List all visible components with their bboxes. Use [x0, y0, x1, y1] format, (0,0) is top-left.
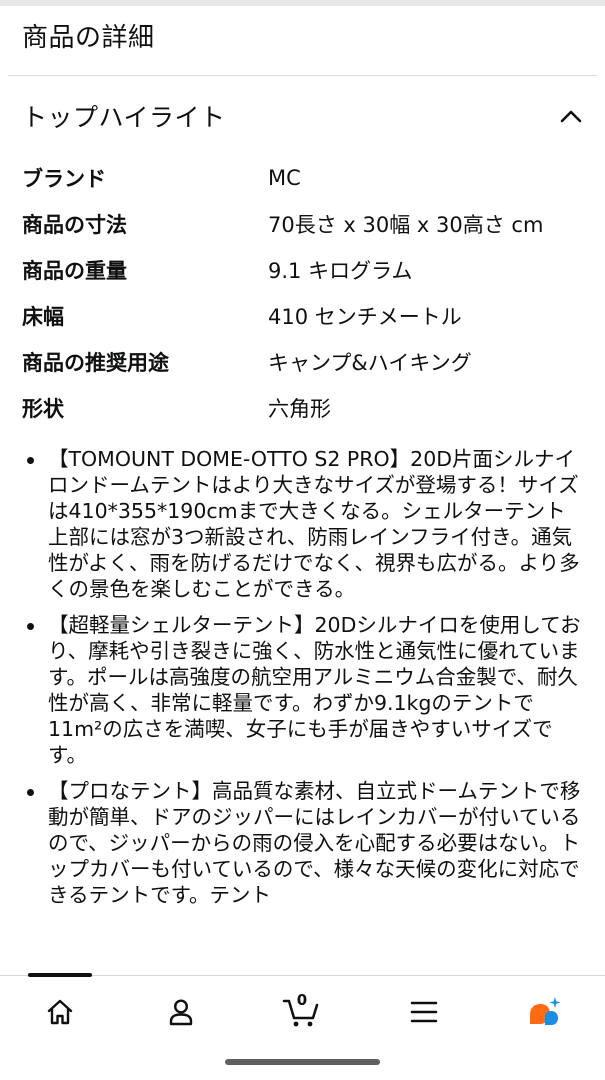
spec-table: ブランド MC 商品の寸法 70長さ x 30幅 x 30高さ cm 商品の重量…: [22, 155, 592, 431]
spec-key: ブランド: [22, 167, 106, 191]
cart-count-badge: 0: [296, 991, 308, 1009]
highlights-title: トップハイライト: [22, 103, 226, 132]
nav-assistant-button[interactable]: [515, 988, 575, 1036]
spec-key: 形状: [22, 397, 64, 421]
active-tab-indicator: [28, 973, 92, 977]
list-item: 【プロなテント】高品質な素材、自立式ドームテントで移動が簡単、ドアのジッパーには…: [0, 778, 605, 908]
system-home-indicator[interactable]: [225, 1059, 380, 1065]
spec-value: MC: [268, 166, 301, 190]
spec-key: 商品の寸法: [22, 213, 127, 237]
spec-value: 410 センチメートル: [268, 305, 462, 329]
spec-row-dimensions: 商品の寸法 70長さ x 30幅 x 30高さ cm: [22, 201, 592, 247]
chevron-up-icon[interactable]: [559, 104, 583, 128]
menu-icon: [410, 1001, 438, 1023]
spec-value: 9.1 キログラム: [268, 259, 413, 283]
nav-home-button[interactable]: [30, 988, 90, 1036]
spec-key: 商品の推奨用途: [22, 351, 169, 375]
spec-row-shape: 形状 六角形: [22, 385, 592, 431]
home-icon: [47, 999, 73, 1025]
spec-row-brand: ブランド MC: [22, 155, 592, 201]
highlights-toggle[interactable]: トップハイライト: [0, 96, 605, 136]
top-strip: [0, 0, 605, 6]
nav-account-button[interactable]: [151, 988, 211, 1036]
bottom-nav: 0: [0, 973, 605, 1048]
spec-value: 六角形: [268, 397, 331, 421]
nav-cart-button[interactable]: 0: [272, 988, 332, 1036]
page-title: 商品の詳細: [22, 23, 155, 53]
spec-value: 70長さ x 30幅 x 30高さ cm: [268, 213, 544, 237]
spec-row-recommended-use: 商品の推奨用途 キャンプ&ハイキング: [22, 339, 592, 385]
spec-key: 商品の重量: [22, 259, 127, 283]
spec-row-weight: 商品の重量 9.1 キログラム: [22, 247, 592, 293]
nav-menu-button[interactable]: [394, 988, 454, 1036]
account-icon: [169, 999, 193, 1026]
feature-bullets: 【TOMOUNT DOME-OTTO S2 PRO】20D片面シルナイロンドーム…: [0, 446, 605, 972]
list-item: 【TOMOUNT DOME-OTTO S2 PRO】20D片面シルナイロンドーム…: [0, 446, 605, 602]
list-item: 【超軽量シェルターテント】20Dシルナイロを使用しており、摩耗や引き裂きに強く、…: [0, 612, 605, 768]
divider: [8, 75, 597, 76]
spec-value: キャンプ&ハイキング: [268, 351, 472, 375]
spec-row-floor-width: 床幅 410 センチメートル: [22, 293, 592, 339]
assistant-icon: [530, 997, 561, 1025]
spec-key: 床幅: [22, 305, 64, 329]
